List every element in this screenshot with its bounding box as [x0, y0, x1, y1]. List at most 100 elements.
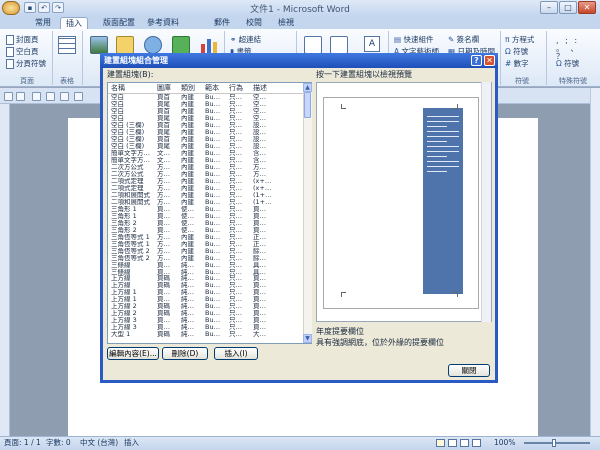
preview-scrollbar[interactable] [481, 82, 491, 322]
status-page[interactable]: 頁面: 1 / 1 [4, 438, 41, 448]
dialog-close-button[interactable]: ✕ [484, 55, 495, 66]
symbol-button[interactable]: Ω 符號 [505, 47, 528, 57]
list-scroll-thumb[interactable] [304, 92, 311, 118]
tab-page-layout[interactable]: 版面配置 [98, 17, 140, 29]
list-item[interactable]: 三角形 1 頁… 使… Bu… 只… 頁… [108, 213, 304, 220]
table-icon[interactable] [58, 36, 76, 54]
insert-button[interactable]: 插入(I) [214, 347, 258, 360]
view-print-layout-icon[interactable] [436, 439, 445, 447]
minimize-button[interactable]: – [540, 1, 558, 14]
list-item[interactable]: 三角恆等式 1 方… 內建 Bu… 只… 正… [108, 241, 304, 248]
building-blocks-list[interactable]: 名稱 圖庫 類別 範本 行為 描述 空白 頁首 內建 Bu… 只… 空… 空白 頁尾 內建 Bu…… [107, 82, 312, 344]
list-item[interactable]: 上方線 2 頁碼 純… Bu… 只… 頁… [108, 303, 304, 310]
tab-home[interactable]: 常用 [28, 17, 58, 29]
list-item[interactable]: 空白 頁尾 內建 Bu… 只… 空… [108, 101, 304, 108]
list-item[interactable]: 空白 (三欄) 頁首 內建 Bu… 只… 設… [108, 136, 304, 143]
textbox-icon[interactable]: A [364, 36, 380, 52]
special-symbol-grid-icon[interactable]: , ; :。 、 ？ [556, 37, 586, 61]
picture-icon[interactable] [90, 36, 108, 54]
signature-line-button[interactable]: ✎ 簽名欄 [448, 35, 479, 45]
cover-page-button[interactable]: 封面頁 [6, 35, 39, 45]
document-scrollbar[interactable] [590, 88, 600, 436]
status-language[interactable]: 中文 (台灣) [80, 438, 118, 448]
view-web-icon[interactable] [460, 439, 469, 447]
list-item[interactable]: 空白 頁首 內建 Bu… 只… 空… [108, 108, 304, 115]
quick-parts-button[interactable]: ▤ 快速組件 [394, 35, 433, 45]
list-item[interactable]: 上方線 頁碼 純… Bu… 只… 頁… [108, 275, 304, 282]
list-item[interactable]: 三條線 頁… 純… Bu… 只… 具… [108, 269, 304, 276]
column-header-template[interactable]: 範本 [205, 83, 228, 93]
tab-review[interactable]: 校閱 [240, 17, 268, 29]
undo-icon[interactable] [4, 92, 13, 101]
print-icon[interactable] [32, 92, 41, 101]
view-outline-icon[interactable] [472, 439, 481, 447]
list-item[interactable]: 二次方公式 方… 內建 Bu… 只… 方… [108, 164, 304, 171]
list-item[interactable]: 二次方公式 方… 內建 Bu… 只… 方… [108, 171, 304, 178]
maximize-button[interactable]: □ [559, 1, 577, 14]
tab-references[interactable]: 參考資料 [142, 17, 184, 29]
list-item[interactable]: 三角形 2 頁… 使… Bu… 只… 頁… [108, 227, 304, 234]
clipart-icon[interactable] [116, 36, 134, 54]
zoom-slider-thumb[interactable] [552, 439, 556, 447]
list-item[interactable]: 二項和展開式 方… 內建 Bu… 只… (1+… [108, 199, 304, 206]
status-words[interactable]: 字數: 0 [46, 438, 71, 448]
column-header-gallery[interactable]: 圖庫 [157, 83, 180, 93]
list-item[interactable]: 上方線 1 頁… 純… Bu… 只… 頁… [108, 296, 304, 303]
spelling-icon[interactable] [60, 92, 69, 101]
scroll-down-arrow-icon[interactable]: ▼ [303, 334, 312, 343]
tab-insert[interactable]: 插入 [60, 17, 88, 29]
list-item[interactable]: 三條線 頁… 純… Bu… 只… 具… [108, 262, 304, 269]
delete-button[interactable]: 刪除(D) [162, 347, 208, 360]
page-break-button[interactable]: 分頁符號 [6, 59, 46, 69]
preview-icon[interactable] [46, 92, 55, 101]
list-item[interactable]: 三角形 2 頁… 使… Bu… 只… 頁… [108, 220, 304, 227]
column-header-behavior[interactable]: 行為 [229, 83, 252, 93]
header-icon[interactable] [304, 36, 322, 54]
equation-button[interactable]: π 方程式 [505, 35, 534, 45]
view-fullscreen-icon[interactable] [448, 439, 457, 447]
number-button[interactable]: # 數字 [505, 59, 529, 69]
tab-mailings[interactable]: 郵件 [208, 17, 236, 29]
list-item[interactable]: 空白 頁首 內建 Bu… 只… 空… [108, 94, 304, 101]
list-item[interactable]: 上方線 1 頁… 純… Bu… 只… 頁… [108, 289, 304, 296]
blank-page-button[interactable]: 空白頁 [6, 47, 39, 57]
list-item[interactable]: 空白 (三欄) 頁尾 內建 Bu… 只… 設… [108, 129, 304, 136]
list-item[interactable]: 二項式定理 方… 內建 Bu… 只… (x+… [108, 178, 304, 185]
list-item[interactable]: 二項式定理 方… 內建 Bu… 只… (x+… [108, 185, 304, 192]
list-item[interactable]: 空白 頁尾 內建 Bu… 只… 空… [108, 115, 304, 122]
special-symbol-button[interactable]: Ω 符號 [556, 59, 579, 69]
scroll-up-arrow-icon[interactable]: ▲ [303, 83, 312, 92]
redo-icon[interactable] [16, 92, 25, 101]
tab-view[interactable]: 檢視 [272, 17, 300, 29]
list-item[interactable]: 二項和展開式 方… 內建 Bu… 只… (1+… [108, 192, 304, 199]
footer-icon[interactable] [330, 36, 348, 54]
hyperlink-button[interactable]: ⚭ 超連結 [230, 35, 261, 45]
edit-properties-button[interactable]: 編輯內容(E)... [107, 347, 159, 360]
list-item[interactable]: 三角形 1 頁… 使… Bu… 只… 頁… [108, 206, 304, 213]
status-zoom[interactable]: 100% [494, 438, 515, 448]
list-item[interactable]: 大型 1 頁碼 純… Bu… 只… 大… [108, 331, 304, 338]
list-item[interactable]: 上方線 頁碼 純… Bu… 只… 頁… [108, 282, 304, 289]
list-item[interactable]: 上方線 3 頁… 純… Bu… 只… 頁… [108, 324, 304, 331]
list-item[interactable]: 三角恆等式 2 方… 內建 Bu… 只… 餘… [108, 255, 304, 262]
chart-icon[interactable] [200, 36, 218, 54]
list-item[interactable]: 空白 (三欄) 頁尾 內建 Bu… 只… 設… [108, 143, 304, 150]
zoom-slider-icon[interactable] [524, 442, 590, 444]
table-insert-icon[interactable] [74, 92, 83, 101]
column-header-description[interactable]: 描述 [253, 83, 301, 93]
close-window-button[interactable]: ✕ [578, 1, 596, 14]
list-item[interactable]: 上方線 2 頁碼 純… Bu… 只… 頁… [108, 310, 304, 317]
column-header-category[interactable]: 類別 [181, 83, 204, 93]
status-mode[interactable]: 插入 [124, 438, 139, 448]
column-header-name[interactable]: 名稱 [111, 83, 155, 93]
list-item[interactable]: 三角恆等式 1 方… 內建 Bu… 只… 正… [108, 234, 304, 241]
smartart-icon[interactable] [172, 36, 190, 54]
list-item[interactable]: 三角恆等式 2 方… 內建 Bu… 只… 餘… [108, 248, 304, 255]
shapes-icon[interactable] [144, 36, 162, 54]
list-item[interactable]: 簡單文字方… 文… 內建 Bu… 只… 含… [108, 157, 304, 164]
list-item[interactable]: 空白 (三欄) 頁首 內建 Bu… 只… 設… [108, 122, 304, 129]
list-item[interactable]: 簡單文字方… 文… 內建 Bu… 只… 含… [108, 150, 304, 157]
dialog-close-text-button[interactable]: 關閉 [448, 364, 490, 377]
list-scrollbar[interactable] [303, 83, 312, 343]
list-item[interactable]: 上方線 3 頁… 純… Bu… 只… 頁… [108, 317, 304, 324]
